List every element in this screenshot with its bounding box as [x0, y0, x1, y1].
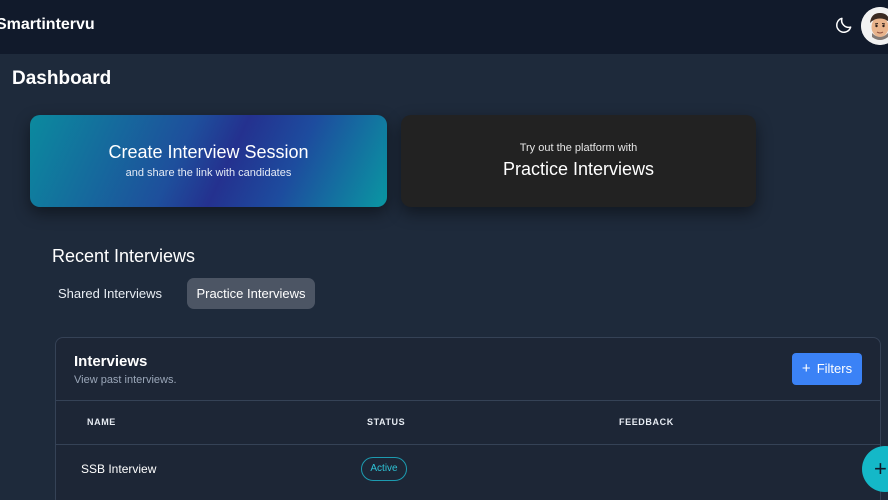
practice-card-subtitle: Try out the platform with [519, 142, 638, 154]
create-interview-card[interactable]: Create Interview Session and share the l… [30, 115, 387, 207]
column-header-status: STATUS [367, 417, 406, 427]
interviews-panel-title: Interviews [74, 353, 148, 370]
moon-icon[interactable] [834, 15, 854, 35]
recent-interviews-heading: Recent Interviews [52, 246, 196, 266]
plus-icon: + [801, 360, 811, 377]
status-badge: Active [361, 457, 407, 481]
interviews-panel-subtitle: View past interviews. [74, 374, 177, 386]
interviews-panel: Interviews View past interviews. + Filter… [55, 337, 881, 500]
column-header-name: NAME [87, 417, 116, 427]
practice-interviews-card[interactable]: Try out the platform with Practice Inter… [401, 115, 756, 207]
avatar-face-icon [861, 7, 888, 45]
create-card-subtitle: and share the link with candidates [125, 167, 292, 179]
filters-button-label: Filters [816, 361, 853, 376]
create-card-title: Create Interview Session [108, 142, 309, 162]
practice-card-title: Practice Interviews [502, 159, 655, 179]
tab-shared-interviews[interactable]: Shared Interviews [52, 278, 168, 309]
table-row-name[interactable]: SSB Interview [81, 462, 156, 476]
top-navbar: Smartintervu [0, 0, 888, 54]
brand-logo-text[interactable]: Smartintervu [0, 16, 95, 34]
table-header-divider [56, 444, 880, 445]
user-avatar[interactable] [861, 7, 888, 45]
filters-button[interactable]: + Filters [792, 353, 862, 385]
page-title: Dashboard [12, 68, 112, 89]
plus-icon: + [874, 456, 887, 481]
header-divider [56, 400, 880, 401]
column-header-feedback: FEEDBACK [619, 417, 674, 427]
tab-practice-interviews[interactable]: Practice Interviews [187, 278, 315, 309]
